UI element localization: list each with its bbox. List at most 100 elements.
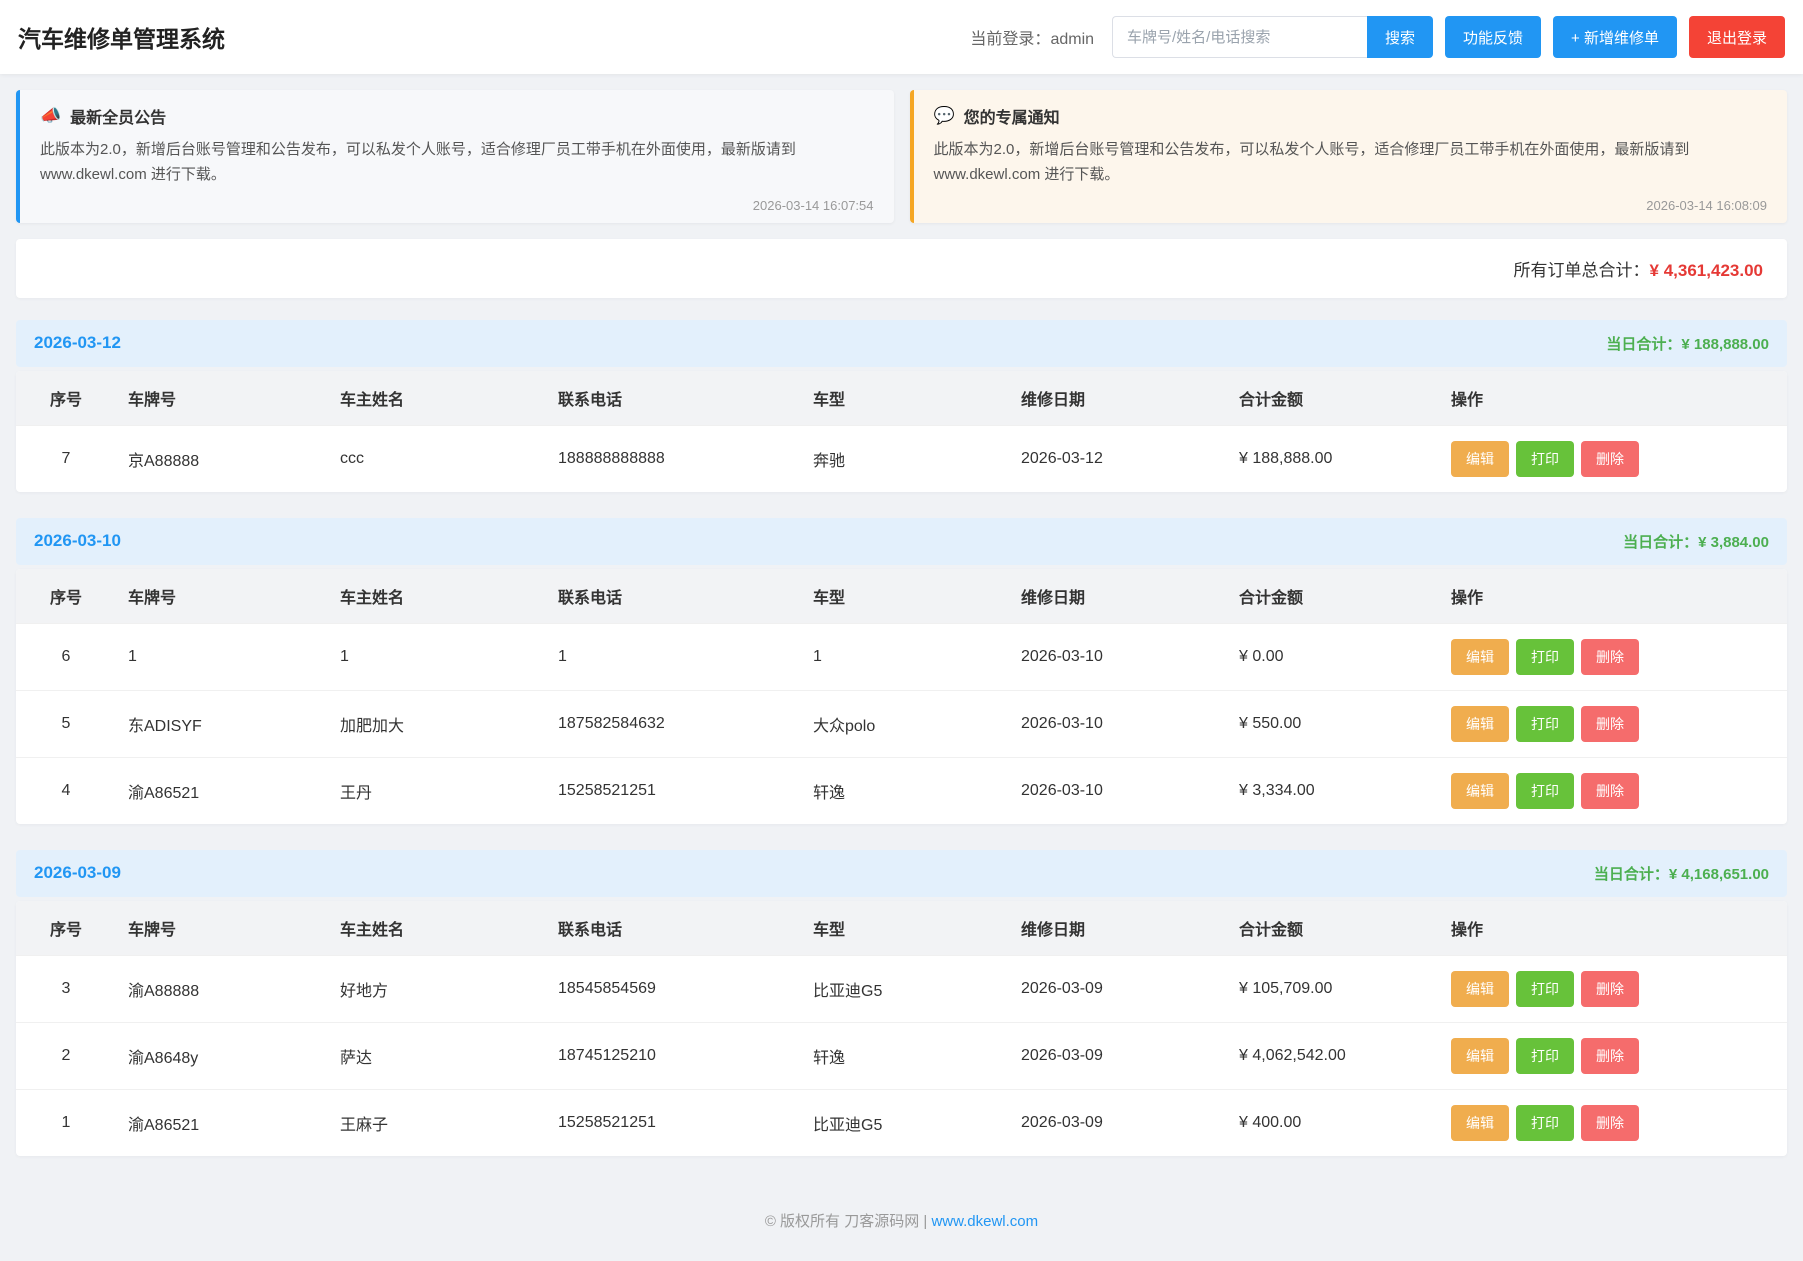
app-title: 汽车维修单管理系统	[18, 20, 225, 54]
delete-button[interactable]: 删除	[1581, 441, 1639, 477]
edit-button[interactable]: 编辑	[1451, 639, 1509, 675]
table-row: 5东ADISYF加肥加大187582584632大众polo2026-03-10…	[16, 690, 1787, 757]
column-header: 车主姓名	[328, 569, 546, 624]
column-header: 车型	[801, 569, 1009, 624]
column-header: 合计金额	[1227, 371, 1439, 426]
table-row: 7京A88888ccc188888888888奔驰2026-03-12¥ 188…	[16, 425, 1787, 492]
section-date: 2026-03-10	[34, 531, 121, 551]
logout-button[interactable]: 退出登录	[1689, 16, 1785, 58]
date-section: 2026-03-10 当日合计：¥ 3,884.00 序号车牌号车主姓名联系电话…	[16, 518, 1787, 824]
table-cell: 2026-03-09	[1009, 1022, 1227, 1089]
table-cell: 4	[16, 757, 116, 824]
column-header: 序号	[16, 901, 116, 956]
edit-button[interactable]: 编辑	[1451, 971, 1509, 1007]
column-header: 联系电话	[546, 901, 801, 956]
table-cell: 萨达	[328, 1022, 546, 1089]
header-actions: 当前登录：admin 搜索 功能反馈 + 新增维修单 退出登录	[970, 16, 1785, 58]
table-cell: 京A88888	[116, 425, 328, 492]
speech-bubble-icon: 💬	[934, 106, 955, 126]
table-cell: ccc	[328, 425, 546, 492]
table-header-row: 序号车牌号车主姓名联系电话车型维修日期合计金额操作	[16, 901, 1787, 956]
table-cell: ¥ 3,334.00	[1227, 757, 1439, 824]
date-section: 2026-03-09 当日合计：¥ 4,168,651.00 序号车牌号车主姓名…	[16, 850, 1787, 1156]
table-cell: ¥ 4,062,542.00	[1227, 1022, 1439, 1089]
print-button[interactable]: 打印	[1516, 971, 1574, 1007]
table-cell: ¥ 0.00	[1227, 623, 1439, 690]
table-row: 2渝A8648y萨达18745125210轩逸2026-03-09¥ 4,062…	[16, 1022, 1787, 1089]
print-button[interactable]: 打印	[1516, 773, 1574, 809]
column-header: 合计金额	[1227, 901, 1439, 956]
table-cell: 15258521251	[546, 757, 801, 824]
announcement-title-row: 📣 最新全员公告	[40, 104, 874, 128]
section-date: 2026-03-09	[34, 863, 121, 883]
notice-area: 📣 最新全员公告 此版本为2.0，新增后台账号管理和公告发布，可以私发个人账号，…	[0, 74, 1803, 229]
delete-button[interactable]: 删除	[1581, 971, 1639, 1007]
edit-button[interactable]: 编辑	[1451, 441, 1509, 477]
edit-button[interactable]: 编辑	[1451, 773, 1509, 809]
feedback-button[interactable]: 功能反馈	[1445, 16, 1541, 58]
daily-total: 当日合计：¥ 188,888.00	[1606, 333, 1769, 354]
orders-table-card: 序号车牌号车主姓名联系电话车型维修日期合计金额操作 3渝A88888好地方185…	[16, 901, 1787, 1156]
app-header: 汽车维修单管理系统 当前登录：admin 搜索 功能反馈 + 新增维修单 退出登…	[0, 0, 1803, 74]
orders-table: 序号车牌号车主姓名联系电话车型维修日期合计金额操作 611112026-03-1…	[16, 569, 1787, 824]
edit-button[interactable]: 编辑	[1451, 706, 1509, 742]
footer-link[interactable]: www.dkewl.com	[931, 1213, 1038, 1230]
table-cell: 1	[116, 623, 328, 690]
table-cell: 渝A86521	[116, 1089, 328, 1156]
column-header: 联系电话	[546, 371, 801, 426]
search-input[interactable]	[1112, 16, 1367, 58]
print-button[interactable]: 打印	[1516, 441, 1574, 477]
print-button[interactable]: 打印	[1516, 639, 1574, 675]
table-cell: 轩逸	[801, 1022, 1009, 1089]
print-button[interactable]: 打印	[1516, 706, 1574, 742]
section-header: 2026-03-10 当日合计：¥ 3,884.00	[16, 518, 1787, 565]
add-repair-order-button[interactable]: + 新增维修单	[1553, 16, 1677, 58]
column-header: 车牌号	[116, 371, 328, 426]
table-cell: 3	[16, 955, 116, 1022]
table-cell: 渝A8648y	[116, 1022, 328, 1089]
table-cell: 好地方	[328, 955, 546, 1022]
date-section: 2026-03-12 当日合计：¥ 188,888.00 序号车牌号车主姓名联系…	[16, 320, 1787, 492]
table-header-row: 序号车牌号车主姓名联系电话车型维修日期合计金额操作	[16, 569, 1787, 624]
column-header: 车主姓名	[328, 371, 546, 426]
delete-button[interactable]: 删除	[1581, 773, 1639, 809]
orders-total-amount: ¥ 4,361,423.00	[1650, 261, 1763, 280]
column-header: 序号	[16, 569, 116, 624]
table-cell: ¥ 550.00	[1227, 690, 1439, 757]
edit-button[interactable]: 编辑	[1451, 1038, 1509, 1074]
announcement-body: 此版本为2.0，新增后台账号管理和公告发布，可以私发个人账号，适合修理厂员工带手…	[40, 138, 874, 188]
print-button[interactable]: 打印	[1516, 1105, 1574, 1141]
table-cell: 加肥加大	[328, 690, 546, 757]
table-row: 611112026-03-10¥ 0.00编辑打印删除	[16, 623, 1787, 690]
table-cell: 188888888888	[546, 425, 801, 492]
delete-button[interactable]: 删除	[1581, 1038, 1639, 1074]
column-header: 车牌号	[116, 901, 328, 956]
daily-total: 当日合计：¥ 4,168,651.00	[1594, 863, 1769, 884]
table-cell: 2026-03-09	[1009, 1089, 1227, 1156]
table-cell: 王丹	[328, 757, 546, 824]
delete-button[interactable]: 删除	[1581, 1105, 1639, 1141]
print-button[interactable]: 打印	[1516, 1038, 1574, 1074]
personal-notice-card: 💬 您的专属通知 此版本为2.0，新增后台账号管理和公告发布，可以私发个人账号，…	[910, 90, 1788, 223]
table-cell: 渝A88888	[116, 955, 328, 1022]
column-header: 车型	[801, 371, 1009, 426]
table-header-row: 序号车牌号车主姓名联系电话车型维修日期合计金额操作	[16, 371, 1787, 426]
current-login-label: 当前登录：	[970, 31, 1050, 48]
delete-button[interactable]: 删除	[1581, 639, 1639, 675]
edit-button[interactable]: 编辑	[1451, 1105, 1509, 1141]
delete-button[interactable]: 删除	[1581, 706, 1639, 742]
table-cell: 1	[328, 623, 546, 690]
column-header: 联系电话	[546, 569, 801, 624]
row-actions: 编辑打印删除	[1439, 955, 1787, 1022]
column-header: 合计金额	[1227, 569, 1439, 624]
table-row: 4渝A86521王丹15258521251轩逸2026-03-10¥ 3,334…	[16, 757, 1787, 824]
search-button[interactable]: 搜索	[1367, 16, 1433, 58]
row-actions: 编辑打印删除	[1439, 425, 1787, 492]
column-header: 操作	[1439, 569, 1787, 624]
column-header: 车型	[801, 901, 1009, 956]
table-cell: 2	[16, 1022, 116, 1089]
orders-table-card: 序号车牌号车主姓名联系电话车型维修日期合计金额操作 7京A88888ccc188…	[16, 371, 1787, 492]
table-cell: 1	[16, 1089, 116, 1156]
table-cell: 大众polo	[801, 690, 1009, 757]
search-group: 搜索	[1112, 16, 1433, 58]
